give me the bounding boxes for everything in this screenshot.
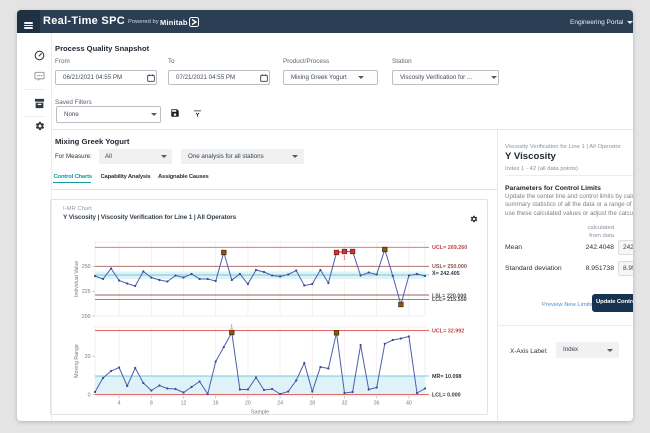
svg-text:20: 20 bbox=[245, 401, 251, 407]
svg-text:36: 36 bbox=[374, 401, 380, 407]
svg-text:28: 28 bbox=[309, 401, 315, 407]
svg-text:LCL= 215.550: LCL= 215.550 bbox=[432, 297, 467, 303]
svg-text:4: 4 bbox=[118, 401, 121, 407]
svg-text:1: 1 bbox=[343, 256, 346, 262]
svg-text:40: 40 bbox=[406, 401, 412, 407]
svg-text:Moving Range: Moving Range bbox=[74, 344, 80, 378]
svg-text:225: 225 bbox=[82, 289, 91, 295]
svg-text:8: 8 bbox=[150, 401, 153, 407]
svg-text:UCL= 32.992: UCL= 32.992 bbox=[432, 329, 464, 335]
svg-text:1: 1 bbox=[230, 325, 233, 331]
svg-text:32: 32 bbox=[342, 401, 348, 407]
svg-text:Individual Value: Individual Value bbox=[74, 261, 80, 297]
svg-text:USL= 250.000: USL= 250.000 bbox=[432, 264, 467, 270]
svg-text:20: 20 bbox=[85, 354, 91, 360]
svg-text:Sample: Sample bbox=[251, 410, 269, 416]
svg-text:MR̅= 10.098: MR̅= 10.098 bbox=[432, 373, 462, 380]
svg-text:X̅= 242.405: X̅= 242.405 bbox=[432, 270, 460, 277]
svg-text:16: 16 bbox=[213, 401, 219, 407]
svg-text:200: 200 bbox=[82, 314, 91, 320]
svg-text:UCL= 269.260: UCL= 269.260 bbox=[432, 245, 467, 251]
svg-text:250: 250 bbox=[82, 264, 91, 270]
svg-text:LCL= 0.000: LCL= 0.000 bbox=[432, 393, 461, 399]
svg-text:24: 24 bbox=[277, 401, 283, 407]
svg-text:0: 0 bbox=[88, 392, 91, 398]
svg-text:12: 12 bbox=[181, 401, 187, 407]
